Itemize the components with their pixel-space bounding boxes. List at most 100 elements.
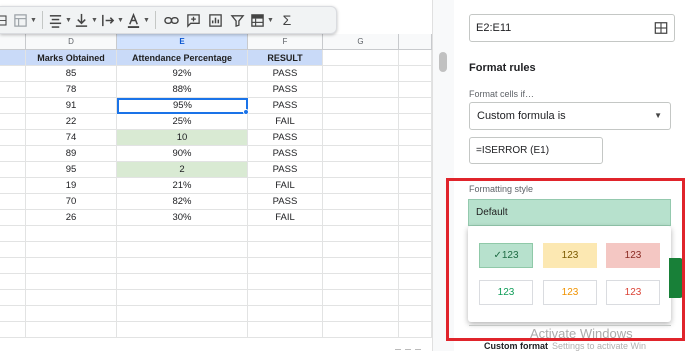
cell[interactable]: [0, 130, 26, 146]
cell[interactable]: [0, 162, 26, 178]
cell[interactable]: [0, 258, 26, 274]
cell[interactable]: [0, 82, 26, 98]
active-cell-attendance[interactable]: 95%: [117, 98, 248, 114]
cell[interactable]: [323, 178, 399, 194]
cell-marks[interactable]: 89: [26, 146, 117, 162]
cell[interactable]: [323, 290, 399, 306]
condition-dropdown[interactable]: Custom formula is ▼: [469, 102, 671, 130]
cell[interactable]: [0, 98, 26, 114]
cell[interactable]: [0, 146, 26, 162]
scrollbar-thumb[interactable]: [439, 52, 447, 72]
cell[interactable]: [323, 146, 399, 162]
cell[interactable]: [323, 274, 399, 290]
cell[interactable]: [399, 258, 432, 274]
cell[interactable]: [399, 98, 432, 114]
cell-result[interactable]: PASS: [248, 98, 323, 114]
filter-views-icon[interactable]: ▼: [12, 9, 38, 31]
cell-result[interactable]: FAIL: [248, 114, 323, 130]
cell[interactable]: [323, 258, 399, 274]
cell[interactable]: [323, 98, 399, 114]
cell-marks[interactable]: 74: [26, 130, 117, 146]
cell[interactable]: [26, 274, 117, 290]
row-header-corner[interactable]: [0, 34, 26, 50]
cell-result[interactable]: PASS: [248, 130, 323, 146]
cell-marks[interactable]: 22: [26, 114, 117, 130]
cell[interactable]: [399, 274, 432, 290]
cell[interactable]: [248, 226, 323, 242]
cell[interactable]: [323, 306, 399, 322]
cell[interactable]: [399, 226, 432, 242]
cell[interactable]: [323, 242, 399, 258]
select-range-icon[interactable]: [654, 21, 668, 35]
cell-result[interactable]: FAIL: [248, 210, 323, 226]
cell[interactable]: [26, 322, 117, 338]
cell-marks[interactable]: 78: [26, 82, 117, 98]
cell[interactable]: [399, 322, 432, 338]
cell[interactable]: [0, 290, 26, 306]
cell[interactable]: [0, 322, 26, 338]
cell[interactable]: [399, 306, 432, 322]
cell-result[interactable]: PASS: [248, 66, 323, 82]
cell[interactable]: [248, 258, 323, 274]
functions-icon[interactable]: Σ: [276, 9, 298, 31]
valign-icon[interactable]: ▼: [73, 9, 99, 31]
cell[interactable]: [248, 290, 323, 306]
link-icon[interactable]: [160, 9, 182, 31]
cell[interactable]: [26, 242, 117, 258]
done-button[interactable]: [669, 258, 683, 298]
cell[interactable]: [399, 146, 432, 162]
cell[interactable]: [323, 114, 399, 130]
cell[interactable]: [323, 226, 399, 242]
cell[interactable]: [248, 242, 323, 258]
header-result[interactable]: RESULT: [248, 50, 323, 66]
cell[interactable]: [399, 82, 432, 98]
text-direction-icon[interactable]: ▼: [99, 9, 125, 31]
cell-marks[interactable]: 95: [26, 162, 117, 178]
cell[interactable]: [0, 178, 26, 194]
cell-attendance[interactable]: 30%: [117, 210, 248, 226]
cell[interactable]: [323, 130, 399, 146]
cell[interactable]: [0, 306, 26, 322]
cell[interactable]: [323, 210, 399, 226]
cell-result[interactable]: FAIL: [248, 178, 323, 194]
cell[interactable]: [117, 274, 248, 290]
cell[interactable]: [26, 258, 117, 274]
cell-result[interactable]: PASS: [248, 82, 323, 98]
column-header-e[interactable]: E: [117, 34, 248, 50]
cell[interactable]: [323, 82, 399, 98]
cell[interactable]: [323, 162, 399, 178]
cell-attendance-highlighted[interactable]: 10: [117, 130, 248, 146]
cell-marks[interactable]: 91: [26, 98, 117, 114]
cell-attendance[interactable]: 25%: [117, 114, 248, 130]
cell[interactable]: [117, 306, 248, 322]
preset-orange-text[interactable]: 123: [543, 280, 597, 305]
cell[interactable]: [0, 242, 26, 258]
cell-attendance[interactable]: 92%: [117, 66, 248, 82]
cell-attendance[interactable]: 21%: [117, 178, 248, 194]
cell[interactable]: [26, 290, 117, 306]
preset-red[interactable]: 123: [606, 243, 660, 268]
cell[interactable]: [248, 306, 323, 322]
formula-input[interactable]: =ISERROR (E1): [469, 137, 603, 164]
cell-marks[interactable]: 26: [26, 210, 117, 226]
cell-result[interactable]: PASS: [248, 194, 323, 210]
cell[interactable]: [117, 226, 248, 242]
cell[interactable]: [399, 290, 432, 306]
formatting-style-dropdown[interactable]: Default: [468, 199, 671, 226]
cell[interactable]: [323, 66, 399, 82]
cell-result[interactable]: PASS: [248, 162, 323, 178]
cell[interactable]: [117, 242, 248, 258]
cell[interactable]: [323, 194, 399, 210]
comment-icon[interactable]: [182, 9, 204, 31]
cell[interactable]: [323, 322, 399, 338]
header-attendance-percentage[interactable]: Attendance Percentage: [117, 50, 248, 66]
cell[interactable]: [399, 210, 432, 226]
cell-attendance-highlighted[interactable]: 2: [117, 162, 248, 178]
cell[interactable]: [26, 226, 117, 242]
cell[interactable]: [399, 242, 432, 258]
cell[interactable]: [0, 66, 26, 82]
column-header-f[interactable]: F: [248, 34, 323, 50]
cell-marks[interactable]: 70: [26, 194, 117, 210]
column-header-d[interactable]: D: [26, 34, 117, 50]
cell[interactable]: [399, 66, 432, 82]
